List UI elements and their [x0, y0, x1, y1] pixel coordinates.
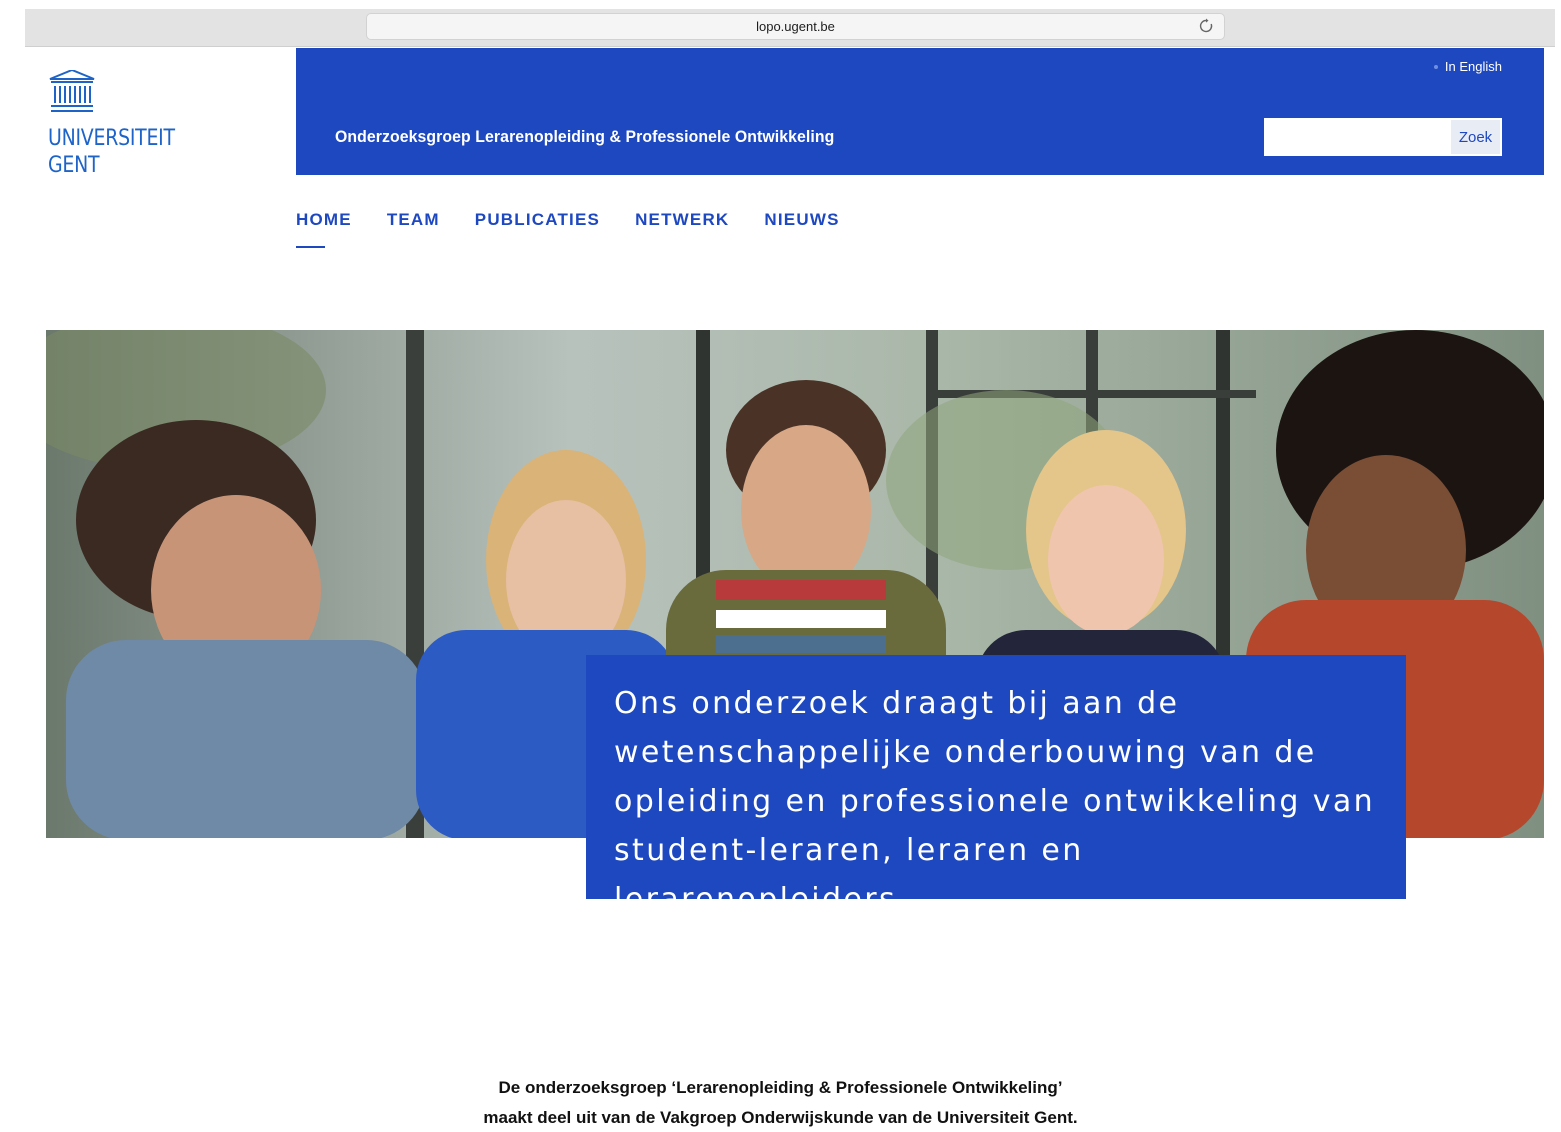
intro-line-2: maakt deel uit van de Vakgroep Onderwijs… [483, 1108, 1078, 1127]
main-nav: HOME TEAM PUBLICATIES NETWERK NIEUWS [296, 210, 840, 248]
language-link[interactable]: In English [1433, 59, 1502, 74]
hero-text-line-2: wetenschappelijke onderbouwing van de [614, 735, 1317, 770]
bullet-icon [1433, 64, 1438, 69]
intro-text: De onderzoeksgroep ‘Lerarenopleiding & P… [0, 1073, 1561, 1132]
search-button[interactable]: Zoek [1449, 118, 1502, 156]
intro-line-1: De onderzoeksgroep ‘Lerarenopleiding & P… [498, 1078, 1063, 1097]
nav-item-publicaties[interactable]: PUBLICATIES [475, 210, 600, 234]
nav-item-team[interactable]: TEAM [387, 210, 440, 234]
ugent-logo[interactable]: UNIVERSITEIT GENT [48, 70, 248, 180]
language-link-label: In English [1444, 59, 1502, 74]
hero-text-line-4: student-leraren, leraren en lerarenoplei… [614, 833, 1084, 917]
research-group-title[interactable]: Onderzoeksgroep Lerarenopleiding & Profe… [335, 127, 834, 147]
url-text: lopo.ugent.be [756, 19, 835, 34]
nav-item-netwerk[interactable]: NETWERK [635, 210, 729, 234]
university-building-icon [49, 70, 95, 112]
reload-icon[interactable] [1198, 18, 1214, 34]
nav-item-nieuws[interactable]: NIEUWS [764, 210, 839, 234]
hero-text-line-3: opleiding en professionele ontwikkeling … [614, 784, 1376, 819]
hero-text-line-1: Ons onderzoek draagt bij aan de [614, 686, 1180, 721]
nav-item-home[interactable]: HOME [296, 210, 352, 248]
address-bar[interactable]: lopo.ugent.be [366, 13, 1225, 40]
search-input[interactable] [1264, 118, 1449, 156]
hero-statement-card: Ons onderzoek draagt bij aan de wetensch… [586, 655, 1406, 917]
header-band: In English Onderzoeksgroep Lerarenopleid… [296, 48, 1544, 175]
logo-text-universiteit: UNIVERSITEIT [48, 126, 175, 151]
logo-text-gent: GENT [48, 153, 100, 178]
